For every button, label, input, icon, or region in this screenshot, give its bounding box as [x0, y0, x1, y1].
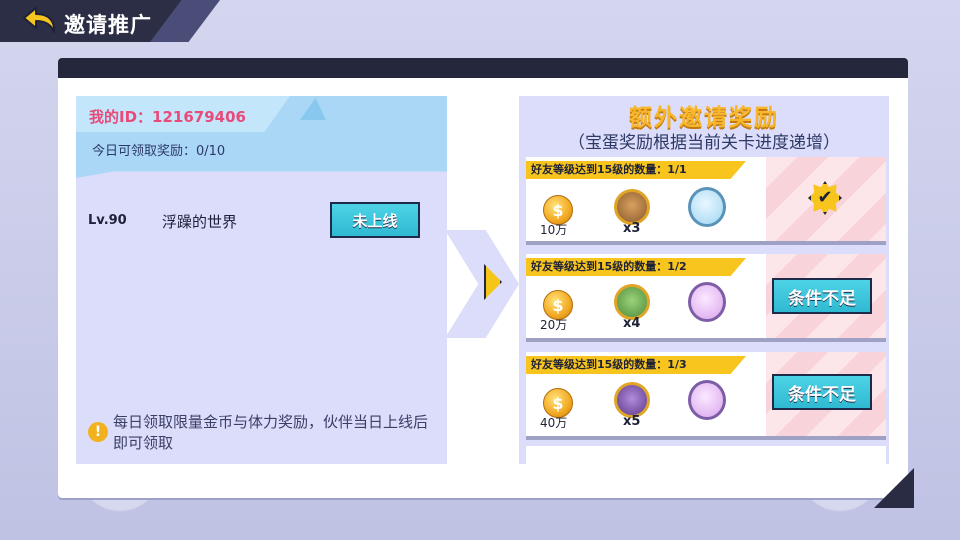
reward-row: 好友等级达到15级的数量：1/1 $ 10万 x3 ✔ [526, 157, 886, 245]
friend-status-button[interactable]: 未上线 [330, 202, 420, 238]
extra-reward-title: 额外邀请奖励 [629, 105, 779, 131]
row-requirement: 好友等级达到15级的数量：1/3 [526, 356, 746, 374]
egg-icon [688, 187, 726, 227]
coin-quantity: 20万 [540, 318, 568, 332]
egg-icon [688, 282, 726, 322]
hero-avatar-icon [614, 284, 650, 320]
egg-icon [688, 380, 726, 420]
my-id-label: 我的ID：121679406 [89, 108, 246, 126]
row-requirement: 好友等级达到15级的数量：1/2 [526, 258, 746, 276]
panel-top-bar [58, 58, 908, 78]
friend-level: Lv.90 [88, 213, 127, 228]
status-button[interactable]: 条件不足 [772, 278, 872, 314]
panel-corner-deco [874, 468, 914, 508]
hero-avatar-icon [614, 382, 650, 418]
reward-row: 好友等级达到15级的数量：1/3 $ 40万 x5 条件不足 [526, 352, 886, 440]
coin-quantity: 10万 [540, 223, 568, 237]
warning-icon: ! [88, 422, 108, 442]
hero-quantity: x5 [623, 414, 641, 429]
row-requirement: 好友等级达到15级的数量：1/1 [526, 161, 746, 179]
hero-quantity: x4 [623, 316, 641, 331]
back-arrow-icon[interactable] [20, 6, 58, 36]
coin-quantity: 40万 [540, 416, 568, 430]
hero-quantity: x3 [623, 221, 641, 236]
reward-row: 好友等级达到15级的数量：1/2 $ 20万 x4 条件不足 [526, 254, 886, 342]
tip-text: 每日领取限量金币与体力奖励，伙伴当日上线后即可领取 [113, 413, 429, 452]
hero-avatar-icon [614, 189, 650, 225]
page-title: 邀请推广 [64, 13, 152, 37]
daily-claim-label: 今日可领取奖励：0/10 [92, 144, 226, 159]
reward-row-partial [526, 446, 886, 464]
status-button[interactable]: 条件不足 [772, 374, 872, 410]
extra-reward-subtitle: （宝蛋奖励根据当前关卡进度递增） [568, 133, 840, 153]
friend-name: 浮躁的世界 [162, 213, 238, 231]
